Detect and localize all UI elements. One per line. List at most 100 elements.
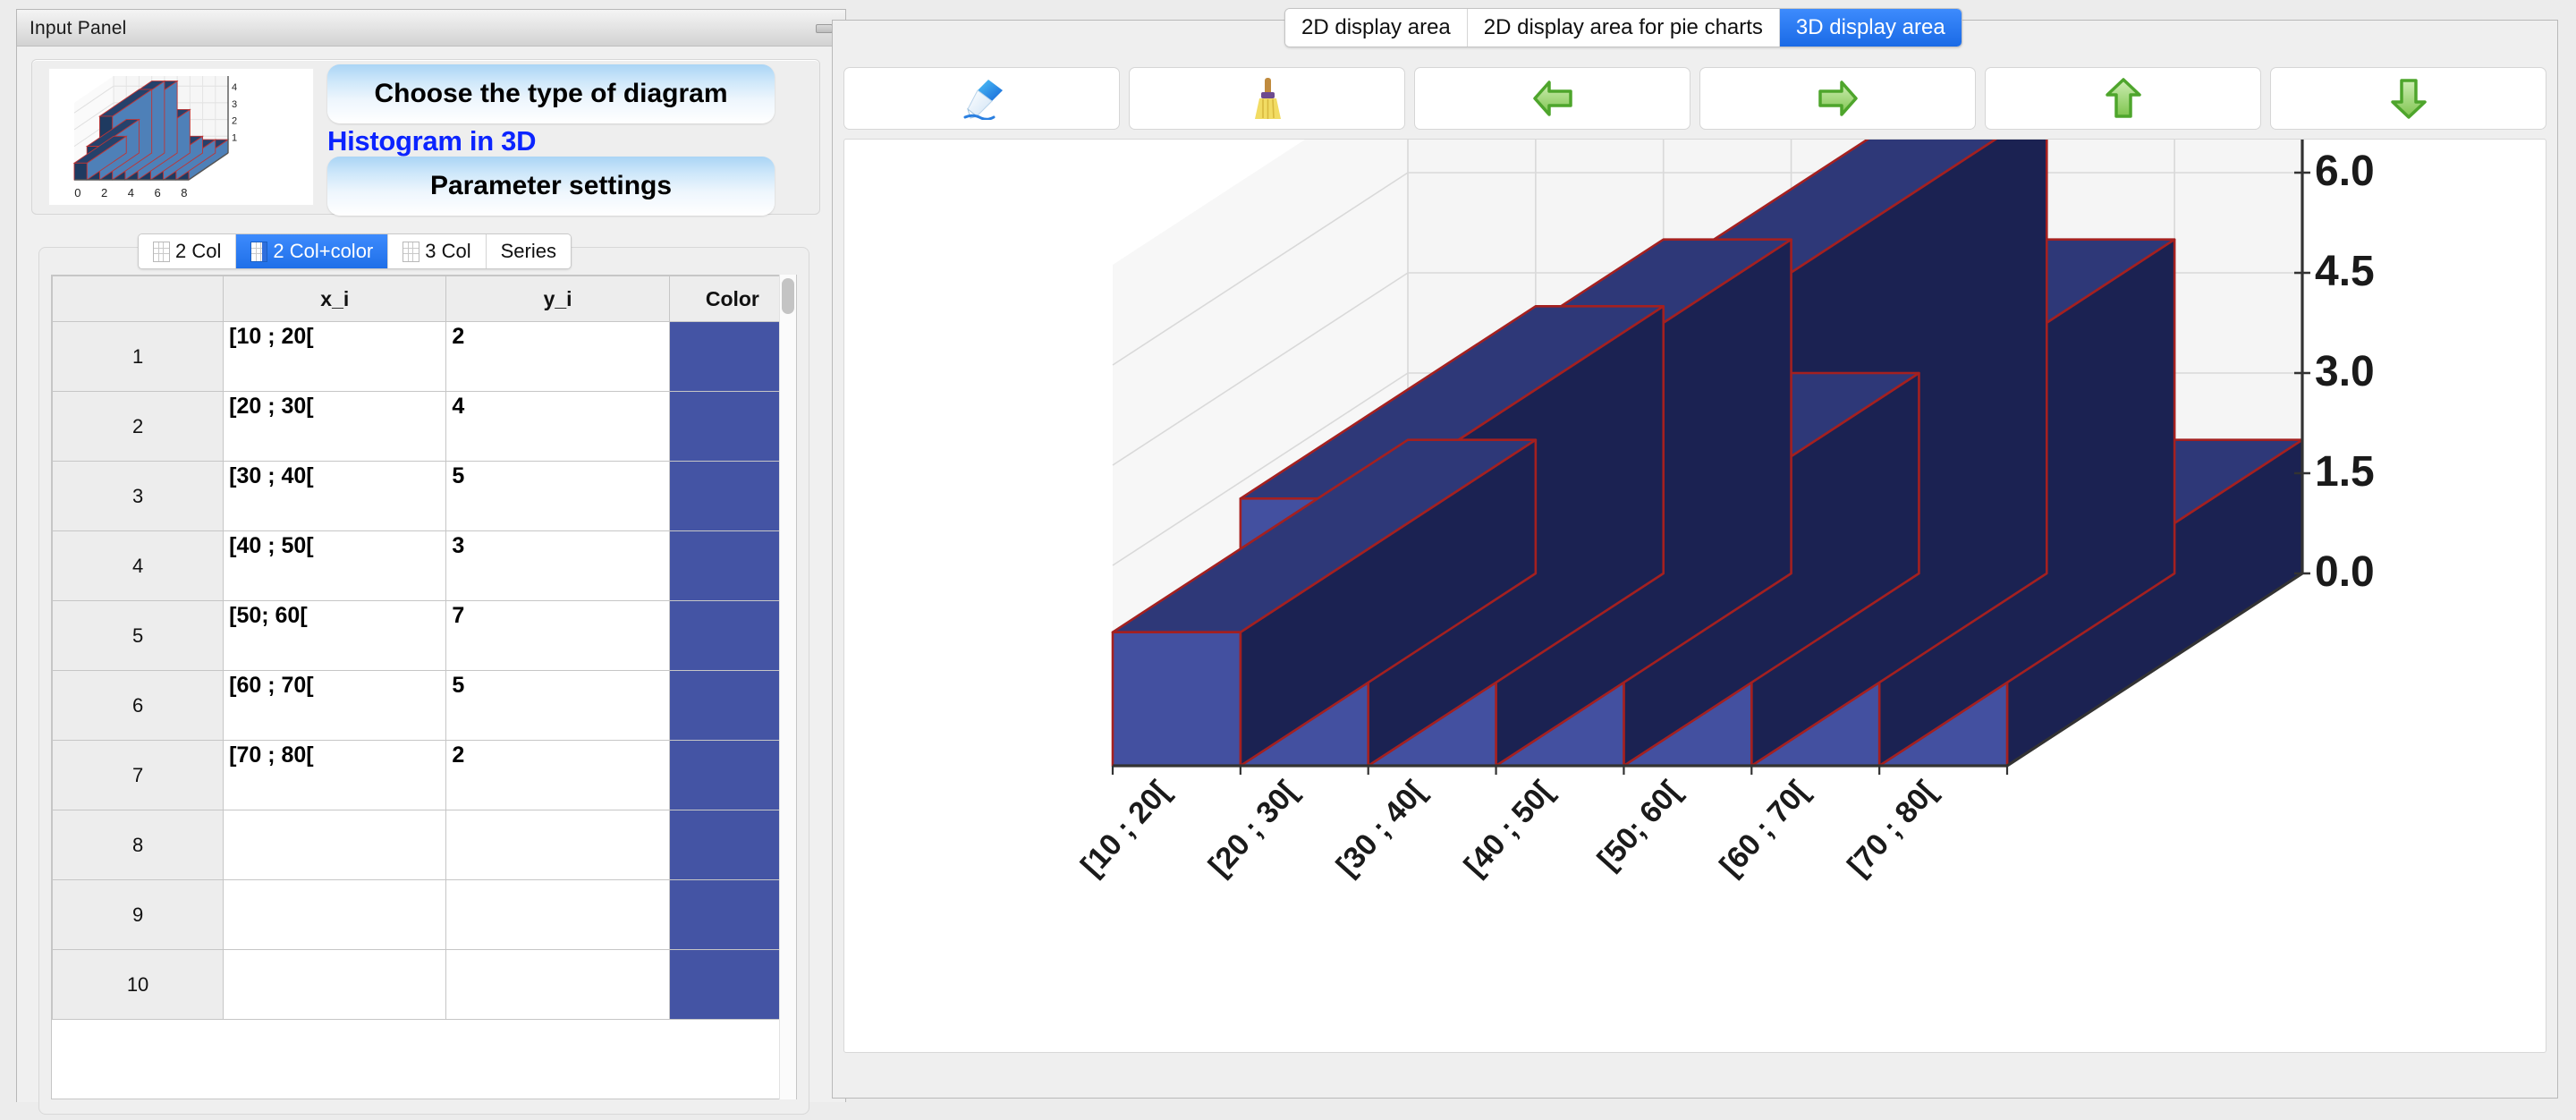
parameter-settings-button[interactable]: Parameter settings: [327, 157, 775, 216]
cell-color-swatch[interactable]: [668, 670, 796, 741]
cell-yi[interactable]: [445, 879, 670, 950]
display-tab-0[interactable]: 2D display area: [1285, 9, 1468, 47]
input-panel: Input Panel 123402468 Choose the type of…: [16, 9, 846, 1115]
input-panel-titlebar: Input Panel: [17, 10, 845, 47]
cell-xi[interactable]: [10 ; 20[: [223, 321, 447, 392]
arrow-down-icon: [2387, 75, 2430, 122]
cell-xi[interactable]: [50; 60[: [223, 600, 447, 671]
input-panel-title: Input Panel: [30, 18, 127, 38]
table-mode-tab-2[interactable]: 3 Col: [388, 234, 487, 268]
table-mode-tab-label: 2 Col: [175, 240, 222, 262]
z-tick-label: 3.0: [2315, 348, 2375, 395]
cell-yi[interactable]: 4: [445, 391, 670, 462]
histogram-3d-chart: 0.0 1.5 3.0 4.5 6.0 [10 ; 20[[20 ; 30[[30 ; 4…: [1074, 140, 2375, 883]
cell-color-swatch[interactable]: [668, 879, 796, 950]
header-xi[interactable]: x_i: [223, 276, 447, 322]
cell-color-swatch[interactable]: [668, 461, 796, 531]
row-number: 9: [52, 879, 225, 950]
table-row[interactable]: 10: [52, 949, 796, 1020]
cell-color-swatch[interactable]: [668, 740, 796, 810]
arrow-up-icon: [2102, 75, 2145, 122]
current-diagram-type-label: Histogram in 3D: [327, 125, 537, 157]
cell-color-swatch[interactable]: [668, 949, 796, 1020]
cell-xi[interactable]: [60 ; 70[: [223, 670, 447, 741]
cell-color-swatch[interactable]: [668, 391, 796, 462]
svg-text:1: 1: [232, 132, 237, 143]
x-tick-label: [70 ; 80[: [1841, 775, 1943, 883]
cell-color-swatch[interactable]: [668, 321, 796, 392]
cell-yi[interactable]: [445, 949, 670, 1020]
cell-yi[interactable]: [445, 810, 670, 880]
display-toolbar: [843, 67, 2546, 130]
draw-button[interactable]: [843, 67, 1120, 130]
clear-button[interactable]: [1129, 67, 1405, 130]
table-mode-tab-0[interactable]: 2 Col: [139, 234, 237, 268]
header-yi[interactable]: y_i: [445, 276, 670, 322]
row-number: 10: [52, 949, 225, 1020]
display-tab-2[interactable]: 3D display area: [1779, 9, 1962, 47]
cell-yi[interactable]: 3: [445, 530, 670, 601]
choose-diagram-type-button[interactable]: Choose the type of diagram: [327, 64, 775, 123]
svg-text:8: 8: [181, 186, 187, 199]
x-tick-label: [40 ; 50[: [1458, 775, 1560, 883]
display-tab-1[interactable]: 2D display area for pie charts: [1467, 9, 1780, 47]
cell-yi[interactable]: 2: [445, 321, 670, 392]
cell-xi[interactable]: [223, 810, 447, 880]
cell-xi[interactable]: [223, 949, 447, 1020]
rotate-down-button[interactable]: [2270, 67, 2546, 130]
cell-yi[interactable]: 7: [445, 600, 670, 671]
cell-xi[interactable]: [70 ; 80[: [223, 740, 447, 810]
table-row[interactable]: 2 [20 ; 30[4: [52, 391, 796, 462]
diagram-chooser-group: 1 2 3 4 0 2 4 6 8 Choose the type of diagram His…: [31, 59, 820, 216]
z-tick-label: 4.5: [2315, 248, 2375, 295]
table-row[interactable]: 8: [52, 810, 796, 880]
table-mode-tab-label: Series: [500, 240, 556, 262]
minimize-icon[interactable]: [816, 24, 833, 33]
table-mode-tab-3[interactable]: Series: [486, 234, 571, 268]
row-number: 7: [52, 740, 225, 810]
table-mode-tab-1[interactable]: 2 Col+color: [236, 234, 389, 268]
arrow-left-icon: [1530, 77, 1576, 120]
table-mode-tab-label: 2 Col+color: [273, 240, 374, 262]
display-area-tabs: 2D display area 2D display area for pie c…: [1284, 8, 1962, 47]
table-row[interactable]: 1 [10 ; 20[2: [52, 321, 796, 392]
table-row[interactable]: 5 [50; 60[7: [52, 600, 796, 671]
table-scrollbar-thumb[interactable]: [782, 278, 794, 314]
svg-text:2: 2: [101, 186, 107, 199]
table-row[interactable]: 9: [52, 879, 796, 950]
data-grid-header-row: x_i y_i Color: [52, 276, 796, 322]
table-row[interactable]: 6 [60 ; 70[5: [52, 670, 796, 741]
arrow-right-icon: [1815, 77, 1861, 120]
display-panel: 2D display area 2D display area for pie c…: [832, 8, 2558, 1099]
table-row[interactable]: 7 [70 ; 80[2: [52, 740, 796, 810]
cell-color-swatch[interactable]: [668, 810, 796, 880]
table-row[interactable]: 4 [40 ; 50[3: [52, 530, 796, 601]
rotate-up-button[interactable]: [1985, 67, 2261, 130]
grid-icon: [250, 241, 268, 262]
cell-color-swatch[interactable]: [668, 530, 796, 601]
cell-xi[interactable]: [223, 879, 447, 950]
table-row[interactable]: 3 [30 ; 40[5: [52, 461, 796, 531]
x-tick-label: [20 ; 30[: [1202, 775, 1304, 883]
header-rownum: [52, 276, 225, 322]
data-grid: x_i y_i Color 1 [10 ; 20[2 2 [20 ; 30[4 3 [30…: [52, 276, 796, 1020]
cell-yi[interactable]: 5: [445, 461, 670, 531]
cell-xi[interactable]: [30 ; 40[: [223, 461, 447, 531]
data-grid-wrapper: x_i y_i Color 1 [10 ; 20[2 2 [20 ; 30[4 3 [30…: [51, 275, 797, 1099]
table-mode-tab-label: 3 Col: [425, 240, 471, 262]
table-mode-tabs: 2 Col 2 Col+color 3 Col Series: [138, 233, 572, 269]
cell-yi[interactable]: 2: [445, 740, 670, 810]
cell-color-swatch[interactable]: [668, 600, 796, 671]
table-scrollbar[interactable]: [779, 275, 796, 1099]
rotate-right-button[interactable]: [1699, 67, 1976, 130]
3d-display-area[interactable]: 0.0 1.5 3.0 4.5 6.0 [10 ; 20[[20 ; 30[[30 ; 4…: [843, 139, 2546, 1053]
z-tick-label: 1.5: [2315, 448, 2375, 496]
row-number: 6: [52, 670, 225, 741]
cell-xi[interactable]: [40 ; 50[: [223, 530, 447, 601]
header-color[interactable]: Color: [668, 276, 796, 322]
cell-yi[interactable]: 5: [445, 670, 670, 741]
cell-xi[interactable]: [20 ; 30[: [223, 391, 447, 462]
thumbnail-chart: 1 2 3 4 0 2 4 6 8: [72, 76, 237, 199]
x-tick-label: [10 ; 20[: [1074, 775, 1176, 883]
rotate-left-button[interactable]: [1414, 67, 1690, 130]
